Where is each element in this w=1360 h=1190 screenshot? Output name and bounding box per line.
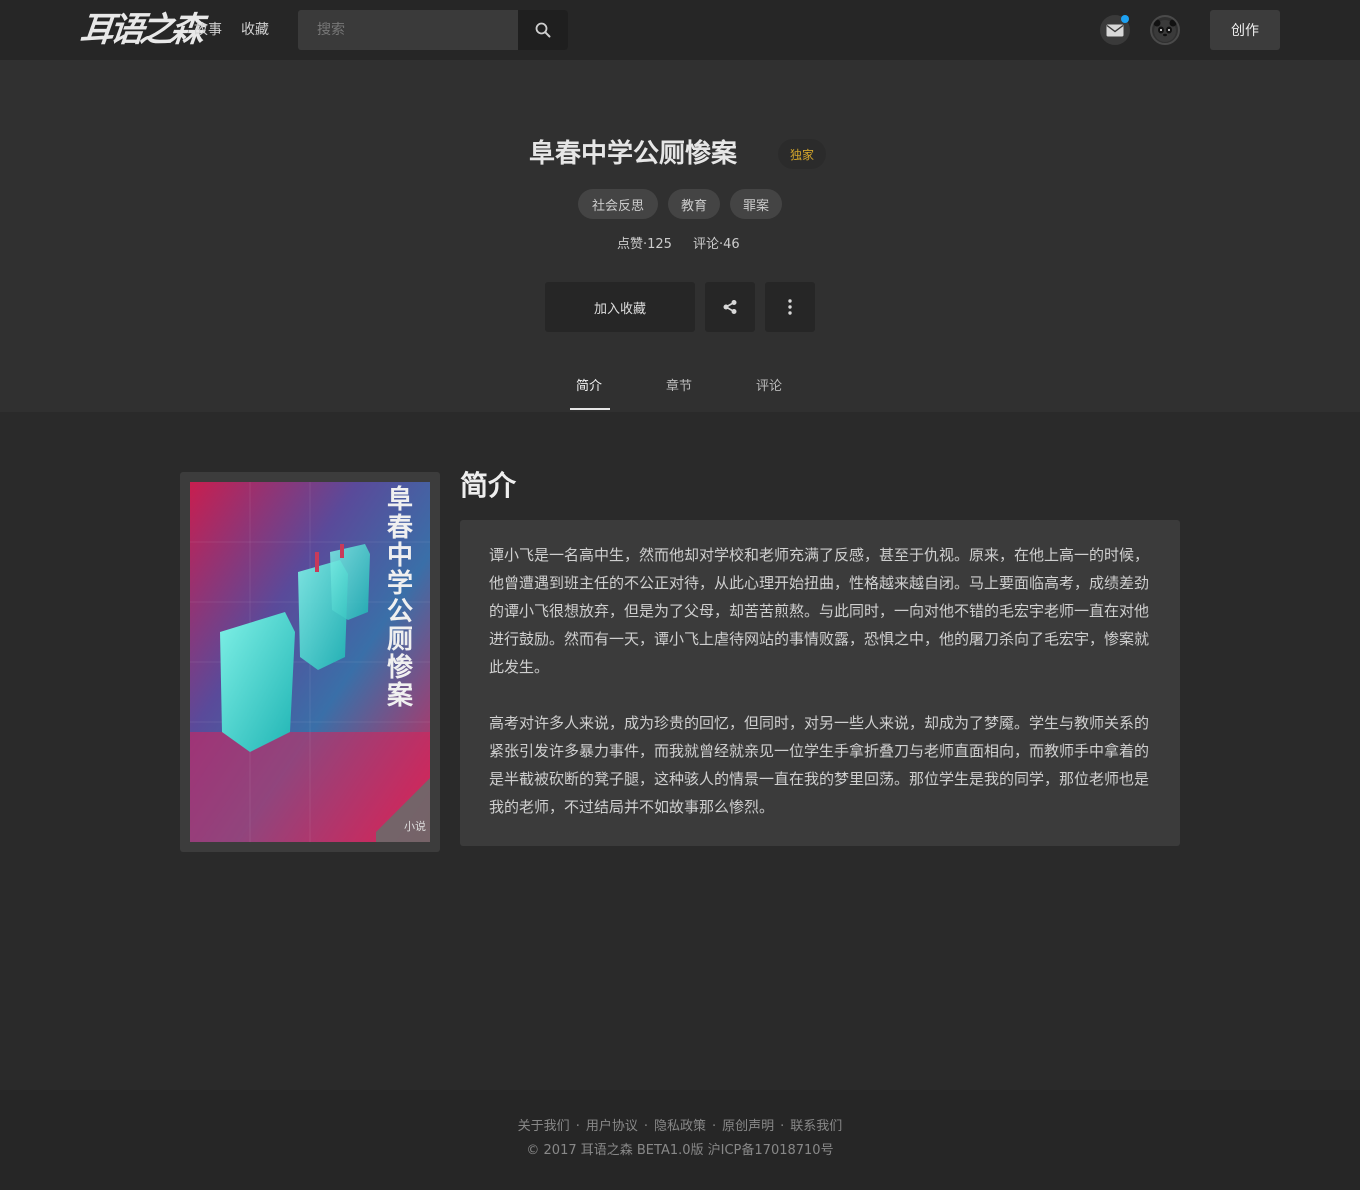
tag-social-reflection[interactable]: 社会反思 (578, 189, 658, 219)
story-header: 阜春中学公厕惨案 独家 社会反思 教育 罪案 点赞·125 评论·46 加入收藏… (0, 60, 1360, 412)
footer-separator: · (643, 1119, 648, 1134)
nav-link-stories[interactable]: 故事 (194, 20, 222, 40)
footer-link-contact[interactable]: 联系我们 (790, 1119, 842, 1134)
comment-count: 评论·46 (693, 237, 740, 252)
footer: 关于我们 · 用户协议 · 隐私政策 · 原创声明 · 联系我们 © 2017 耳语之森 BET… (0, 1090, 1360, 1190)
user-avatar[interactable] (1150, 15, 1180, 45)
tab-comments[interactable]: 评论 (756, 378, 782, 396)
tab-intro[interactable]: 简介 (576, 378, 602, 396)
intro-paragraph-2: 高考对许多人来说，成为珍贵的回忆，但同时，对另一些人来说，却成为了梦魇。学生与教… (489, 714, 1150, 816)
footer-separator: · (575, 1119, 580, 1134)
footer-link-terms[interactable]: 用户协议 (586, 1119, 638, 1134)
share-icon (723, 300, 737, 314)
story-title: 阜春中学公厕惨案 (529, 139, 738, 169)
cover-type-label: 小说 (404, 820, 426, 833)
add-to-favorites-button[interactable]: 加入收藏 (545, 282, 695, 332)
footer-link-about[interactable]: 关于我们 (518, 1119, 570, 1134)
cover-frame: 阜春中学公厕惨案 小说 (180, 472, 440, 852)
tag-crime[interactable]: 罪案 (730, 189, 782, 219)
book-cover[interactable]: 阜春中学公厕惨案 小说 (190, 482, 430, 842)
like-count: 点赞·125 (617, 237, 672, 252)
notification-dot (1121, 15, 1129, 23)
nav-link-favorites[interactable]: 收藏 (241, 20, 269, 40)
footer-links: 关于我们 · 用户协议 · 隐私政策 · 原创声明 · 联系我们 (0, 1118, 1360, 1136)
active-tab-indicator (570, 408, 610, 410)
site-logo[interactable]: 耳语之森 (78, 10, 202, 50)
intro-paragraph-1: 谭小飞是一名高中生，然而他却对学校和老师充满了反感，甚至于仇视。原来，在他上高一… (489, 546, 1150, 676)
create-button[interactable]: 创作 (1210, 10, 1280, 50)
cover-title: 阜春中学公厕惨案 (386, 485, 413, 711)
intro-panel: 谭小飞是一名高中生，然而他却对学校和老师充满了反感，甚至于仇视。原来，在他上高一… (460, 520, 1180, 846)
share-button[interactable] (705, 282, 755, 332)
copyright: © 2017 耳语之森 BETA1.0版 沪ICP备17018710号 (526, 1143, 834, 1158)
search-button[interactable] (518, 10, 568, 50)
footer-link-original[interactable]: 原创声明 (722, 1119, 774, 1134)
tab-chapters[interactable]: 章节 (666, 378, 692, 396)
footer-separator: · (780, 1119, 785, 1134)
more-vertical-icon (788, 299, 792, 315)
search-input[interactable] (298, 10, 518, 50)
exclusive-badge: 独家 (778, 139, 826, 169)
search-bar (298, 10, 568, 50)
search-icon (535, 22, 551, 38)
mail-icon (1106, 24, 1124, 36)
messages-button[interactable] (1100, 15, 1130, 45)
tag-education[interactable]: 教育 (668, 189, 720, 219)
intro-heading: 简介 (460, 469, 517, 502)
footer-separator: · (712, 1119, 717, 1134)
footer-link-privacy[interactable]: 隐私政策 (654, 1119, 706, 1134)
more-options-button[interactable] (765, 282, 815, 332)
top-nav-bar: 耳语之森 故事 收藏 创作 (0, 0, 1360, 60)
panda-avatar-icon (1153, 19, 1177, 42)
